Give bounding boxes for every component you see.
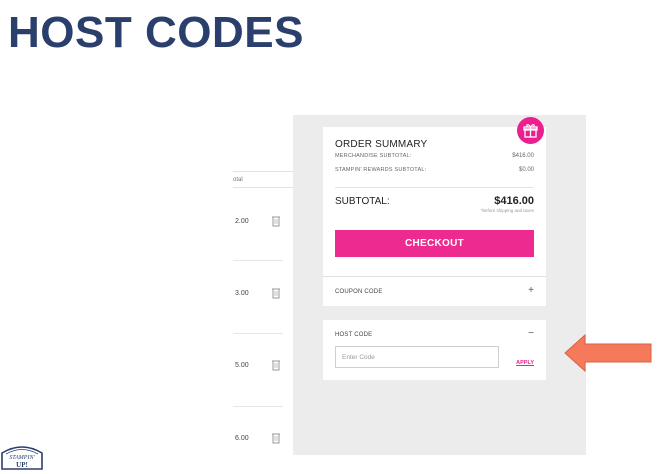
- order-summary-card: ORDER SUMMARY MERCHANDISE SUBTOTAL: $416…: [323, 127, 546, 292]
- gift-icon[interactable]: [517, 117, 544, 144]
- subtotal-note: *before shipping and taxes: [480, 208, 534, 213]
- trash-icon[interactable]: [271, 359, 281, 371]
- divider: [233, 333, 283, 334]
- stampin-up-logo: STAMPIN' UP!: [1, 446, 43, 470]
- pointer-arrow-icon: [564, 333, 652, 373]
- divider: [233, 260, 283, 261]
- cart-row: 2.00: [233, 215, 293, 231]
- host-code-label: HOST CODE: [335, 332, 373, 338]
- cart-row: 6.00: [233, 432, 293, 448]
- item-price: 2.00: [235, 218, 249, 225]
- merchandise-subtotal-label: MERCHANDISE SUBTOTAL:: [335, 153, 412, 159]
- cart-row: 3.00: [233, 287, 293, 303]
- subtotal-label: SUBTOTAL:: [335, 196, 390, 207]
- host-code-input[interactable]: [335, 346, 499, 368]
- expand-icon[interactable]: +: [528, 285, 534, 296]
- item-price: 3.00: [235, 290, 249, 297]
- rewards-subtotal-value: $0.00: [518, 167, 534, 173]
- rewards-subtotal-label: STAMPIN' REWARDS SUBTOTAL:: [335, 167, 427, 173]
- cart-row: 5.00: [233, 359, 293, 375]
- svg-text:UP!: UP!: [16, 461, 28, 469]
- trash-icon[interactable]: [271, 215, 281, 227]
- item-price: 5.00: [235, 362, 249, 369]
- slide-title: HOST CODES: [8, 8, 304, 57]
- divider: [233, 406, 283, 407]
- coupon-code-section[interactable]: COUPON CODE +: [323, 276, 546, 306]
- trash-icon[interactable]: [271, 287, 281, 299]
- order-summary-title: ORDER SUMMARY: [335, 139, 428, 150]
- apply-button[interactable]: APPLY: [516, 360, 534, 366]
- host-code-section: HOST CODE − APPLY: [323, 320, 546, 380]
- item-price: 6.00: [235, 435, 249, 442]
- coupon-code-label: COUPON CODE: [335, 289, 383, 295]
- cart-screenshot: otal 2.00 3.00 5.00 6.00 ORDER SUMMARY M…: [233, 115, 586, 455]
- checkout-button[interactable]: CHECKOUT: [335, 230, 534, 257]
- trash-icon[interactable]: [271, 432, 281, 444]
- collapse-icon[interactable]: −: [528, 328, 534, 339]
- cart-header-subtotal: otal: [233, 177, 243, 183]
- merchandise-subtotal-value: $416.00: [512, 153, 534, 159]
- divider: [233, 187, 293, 188]
- divider: [335, 187, 534, 188]
- cart-items-column: otal 2.00 3.00 5.00 6.00: [233, 127, 293, 455]
- divider: [233, 171, 293, 172]
- subtotal-value: $416.00: [494, 195, 534, 207]
